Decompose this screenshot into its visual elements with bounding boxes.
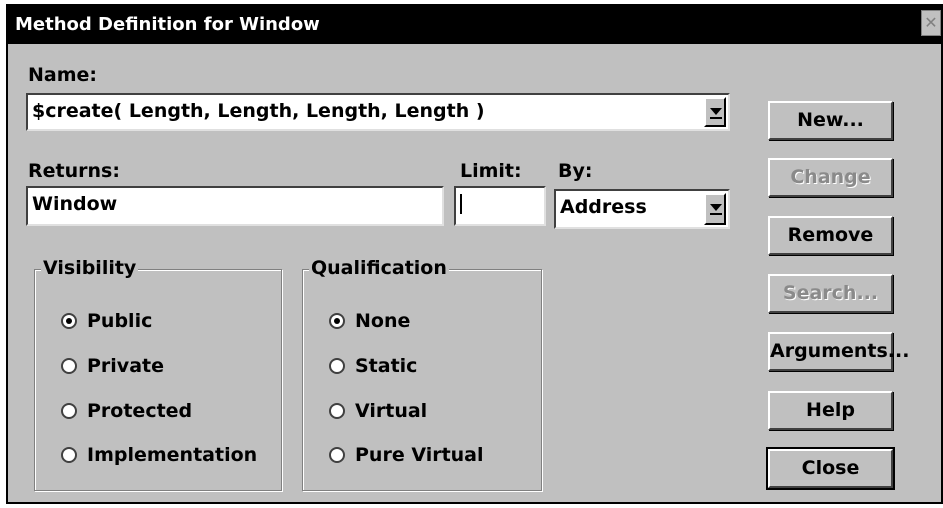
radio-none-label: None bbox=[355, 310, 411, 332]
search-button[interactable]: Search... bbox=[768, 274, 893, 313]
radio-circle bbox=[329, 447, 345, 463]
name-dropdown-button[interactable] bbox=[704, 97, 726, 127]
name-combobox[interactable]: $create( Length, Length, Length, Length … bbox=[26, 93, 730, 131]
method-definition-dialog: Method Definition for Window ✕ Name: $cr… bbox=[6, 4, 943, 504]
visibility-group: Visibility Public Private Protected Impl… bbox=[34, 257, 282, 491]
remove-button[interactable]: Remove bbox=[768, 216, 893, 255]
by-combobox[interactable]: Address bbox=[554, 189, 730, 229]
returns-input[interactable]: Window bbox=[26, 186, 444, 226]
window-title: Method Definition for Window bbox=[15, 14, 320, 35]
radio-protected-label: Protected bbox=[87, 400, 193, 422]
radio-circle bbox=[61, 403, 77, 419]
radio-circle bbox=[329, 403, 345, 419]
limit-input[interactable] bbox=[454, 186, 546, 226]
radio-circle bbox=[61, 358, 77, 374]
radio-private-label: Private bbox=[87, 355, 164, 377]
returns-value: Window bbox=[32, 193, 118, 215]
radio-circle bbox=[61, 447, 77, 463]
qualification-legend: Qualification bbox=[309, 257, 449, 279]
radio-circle bbox=[329, 358, 345, 374]
radio-pure-virtual-label: Pure Virtual bbox=[355, 444, 484, 466]
change-button[interactable]: Change bbox=[768, 158, 893, 197]
chevron-down-icon bbox=[710, 204, 722, 211]
text-caret bbox=[460, 194, 462, 214]
radio-dot bbox=[334, 318, 340, 324]
name-label: Name: bbox=[28, 64, 98, 86]
qualification-group: Qualification None Static Virtual Pure V… bbox=[302, 257, 542, 491]
new-button[interactable]: New... bbox=[768, 101, 893, 140]
title-bar: Method Definition for Window ✕ bbox=[8, 6, 941, 44]
help-button[interactable]: Help bbox=[768, 391, 893, 430]
radio-circle bbox=[61, 313, 77, 329]
close-icon[interactable]: ✕ bbox=[921, 10, 941, 36]
radio-static-label: Static bbox=[355, 355, 418, 377]
chevron-down-icon bbox=[710, 108, 722, 115]
by-label: By: bbox=[558, 160, 593, 182]
by-value: Address bbox=[560, 196, 647, 218]
radio-circle bbox=[329, 313, 345, 329]
close-button[interactable]: Close bbox=[766, 447, 895, 490]
visibility-legend: Visibility bbox=[41, 257, 139, 279]
limit-label: Limit: bbox=[460, 160, 522, 182]
radio-implementation-label: Implementation bbox=[87, 444, 258, 466]
name-value: $create( Length, Length, Length, Length … bbox=[32, 100, 485, 122]
arguments-button[interactable]: Arguments... bbox=[768, 332, 909, 371]
by-dropdown-button[interactable] bbox=[704, 193, 726, 225]
radio-virtual-label: Virtual bbox=[355, 400, 428, 422]
returns-label: Returns: bbox=[28, 160, 120, 182]
radio-dot bbox=[66, 318, 72, 324]
radio-public-label: Public bbox=[87, 310, 153, 332]
